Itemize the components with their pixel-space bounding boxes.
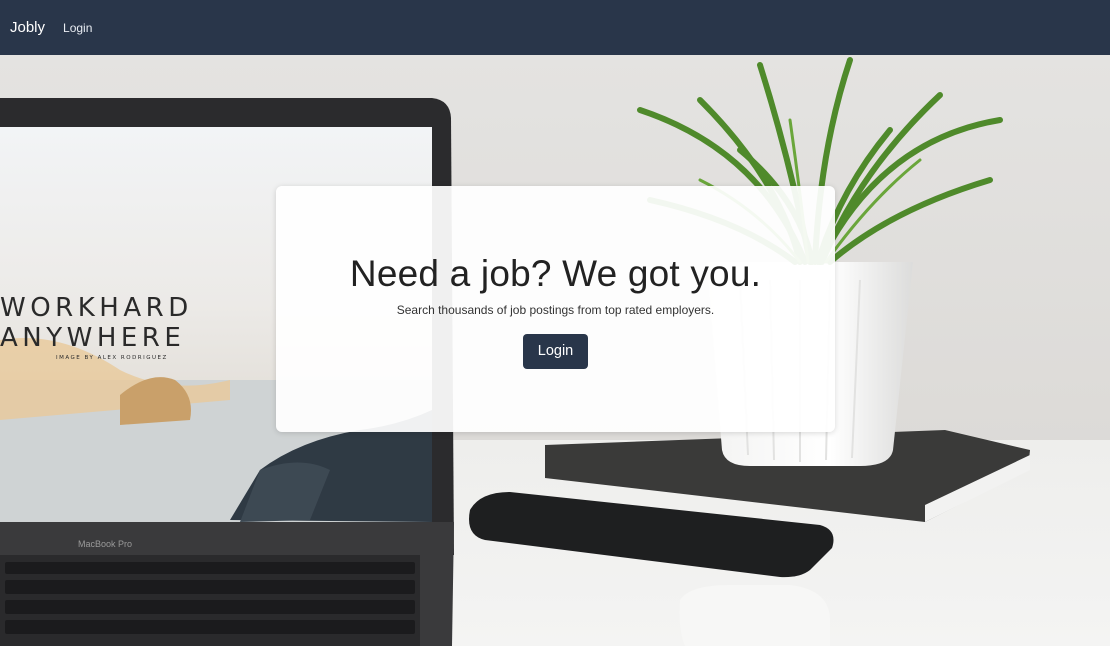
hero-card: Need a job? We got you. Search thousands… [276, 186, 835, 432]
screen-line-1: WORKHARD [0, 293, 193, 323]
nav-login-link[interactable]: Login [63, 21, 92, 35]
screen-line-2: ANYWHERE [0, 323, 186, 353]
screen-credit: IMAGE BY ALEX RODRIGUEZ [56, 355, 168, 361]
hero-subtitle: Search thousands of job postings from to… [396, 303, 715, 317]
laptop-label: MacBook Pro [78, 539, 133, 549]
navbar: Jobly Login [0, 0, 1110, 55]
brand-link[interactable]: Jobly [10, 19, 45, 36]
login-button[interactable]: Login [523, 334, 588, 369]
screen-text: WORKHARD ANYWHERE IMAGE BY ALEX RODRIGUE… [0, 293, 240, 361]
mouse [679, 585, 830, 646]
hero-title: Need a job? We got you. [349, 253, 762, 294]
